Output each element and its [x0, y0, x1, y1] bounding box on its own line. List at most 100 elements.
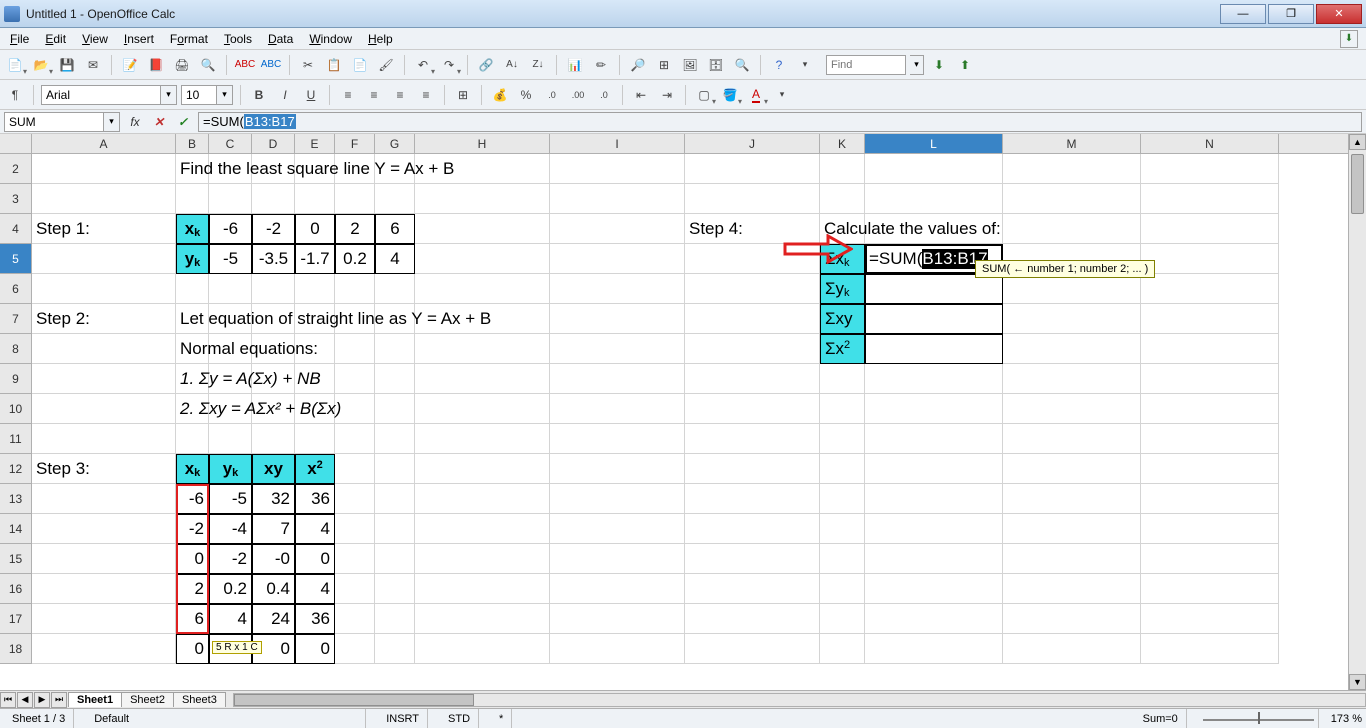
cell-E18[interactable]: 0: [295, 634, 335, 664]
cell-C16[interactable]: 0.2: [209, 574, 252, 604]
cell-C18[interactable]: 5 R x 1 C: [209, 634, 252, 664]
status-zoom-slider[interactable]: [1199, 709, 1319, 728]
menu-format[interactable]: Format: [164, 30, 214, 48]
cell-B14[interactable]: -2: [176, 514, 209, 544]
number-button[interactable]: .0: [541, 84, 563, 106]
cell-D5[interactable]: -3.5: [252, 244, 295, 274]
currency-button[interactable]: 💰: [489, 84, 511, 106]
rowheader-3[interactable]: 3: [0, 184, 32, 214]
colheader-B[interactable]: B: [176, 134, 209, 153]
cell-B17[interactable]: 6: [176, 604, 209, 634]
italic-button[interactable]: I: [274, 84, 296, 106]
find-input[interactable]: [826, 55, 906, 75]
cell-B5[interactable]: yk: [176, 244, 209, 274]
accept-button[interactable]: ✓: [174, 113, 192, 131]
cell-E4[interactable]: 0: [295, 214, 335, 244]
cell-D17[interactable]: 24: [252, 604, 295, 634]
scroll-up-button[interactable]: ▲: [1349, 134, 1366, 150]
gallery-button[interactable]: 🖼: [679, 54, 701, 76]
underline-button[interactable]: U: [300, 84, 322, 106]
align-right-button[interactable]: ≡: [389, 84, 411, 106]
find-prev-button[interactable]: ⬆: [954, 54, 976, 76]
cell-D16[interactable]: 0.4: [252, 574, 295, 604]
cell-B9[interactable]: 1. Σy = A(Σx) + NB: [176, 364, 209, 394]
chart-button[interactable]: 📊: [564, 54, 586, 76]
status-std[interactable]: STD: [440, 709, 479, 728]
cell-K4[interactable]: Calculate the values of:: [820, 214, 865, 244]
horizontal-scrollbar[interactable]: [233, 693, 1366, 707]
spellcheck-button[interactable]: ABC: [234, 54, 256, 76]
colheader-L[interactable]: L: [865, 134, 1003, 153]
rowheader-14[interactable]: 14: [0, 514, 32, 544]
cell-E13[interactable]: 36: [295, 484, 335, 514]
find-button[interactable]: 🔎: [627, 54, 649, 76]
show-draw-button[interactable]: ✏: [590, 54, 612, 76]
cell-B18[interactable]: 0: [176, 634, 209, 664]
tab-last-button[interactable]: ⏭: [51, 692, 67, 708]
menu-data[interactable]: Data: [262, 30, 299, 48]
rowheader-12[interactable]: 12: [0, 454, 32, 484]
align-justify-button[interactable]: ≡: [415, 84, 437, 106]
font-name-input[interactable]: [41, 85, 161, 105]
align-center-button[interactable]: ≡: [363, 84, 385, 106]
cell-B16[interactable]: 2: [176, 574, 209, 604]
rowheader-15[interactable]: 15: [0, 544, 32, 574]
new-doc-button[interactable]: 📄: [4, 54, 26, 76]
cell-D13[interactable]: 32: [252, 484, 295, 514]
bgcolor-button[interactable]: 🪣: [719, 84, 741, 106]
colheader-A[interactable]: A: [32, 134, 176, 153]
rowheader-2[interactable]: 2: [0, 154, 32, 184]
menu-view[interactable]: View: [76, 30, 114, 48]
colheader-K[interactable]: K: [820, 134, 865, 153]
name-box[interactable]: [4, 112, 104, 132]
cell-E12[interactable]: x2: [295, 454, 335, 484]
fontcolor-button[interactable]: A: [745, 84, 767, 106]
rowheader-9[interactable]: 9: [0, 364, 32, 394]
menu-help[interactable]: Help: [362, 30, 399, 48]
rowheader-8[interactable]: 8: [0, 334, 32, 364]
cell-E17[interactable]: 36: [295, 604, 335, 634]
del-decimal-button[interactable]: .0: [593, 84, 615, 106]
cell-K7[interactable]: Σxy: [820, 304, 865, 334]
cell-E15[interactable]: 0: [295, 544, 335, 574]
cell-D14[interactable]: 7: [252, 514, 295, 544]
colheader-F[interactable]: F: [335, 134, 375, 153]
hyperlink-button[interactable]: 🔗: [475, 54, 497, 76]
cell-F5[interactable]: 0.2: [335, 244, 375, 274]
cell-C5[interactable]: -5: [209, 244, 252, 274]
colheader-E[interactable]: E: [295, 134, 335, 153]
open-button[interactable]: 📂: [30, 54, 52, 76]
status-insrt[interactable]: INSRT: [378, 709, 428, 728]
cell-D12[interactable]: xy: [252, 454, 295, 484]
cell-K8[interactable]: Σx2: [820, 334, 865, 364]
cell-G5[interactable]: 4: [375, 244, 415, 274]
menu-tools[interactable]: Tools: [218, 30, 258, 48]
rowheader-10[interactable]: 10: [0, 394, 32, 424]
cell-K6[interactable]: Σyk: [820, 274, 865, 304]
vertical-scrollbar[interactable]: ▲ ▼: [1348, 134, 1366, 690]
cell-C4[interactable]: -6: [209, 214, 252, 244]
cell-C12[interactable]: yk: [209, 454, 252, 484]
rowheader-6[interactable]: 6: [0, 274, 32, 304]
cell-E5[interactable]: -1.7: [295, 244, 335, 274]
colheader-G[interactable]: G: [375, 134, 415, 153]
align-left-button[interactable]: ≡: [337, 84, 359, 106]
merge-cells-button[interactable]: ⊞: [452, 84, 474, 106]
cell-C14[interactable]: -4: [209, 514, 252, 544]
borders-button[interactable]: ▢: [693, 84, 715, 106]
zoom-button[interactable]: 🔍: [731, 54, 753, 76]
sort-desc-button[interactable]: Z↓: [527, 54, 549, 76]
cell-K5[interactable]: Σxk: [820, 244, 865, 274]
help-button[interactable]: ?: [768, 54, 790, 76]
email-button[interactable]: ✉: [82, 54, 104, 76]
menu-window[interactable]: Window: [303, 30, 358, 48]
datasources-button[interactable]: 🗄: [705, 54, 727, 76]
inc-indent-button[interactable]: ⇥: [656, 84, 678, 106]
select-all-corner[interactable]: [0, 134, 32, 153]
minimize-button[interactable]: —: [1220, 4, 1266, 24]
rowheader-16[interactable]: 16: [0, 574, 32, 604]
styles-button[interactable]: ¶: [4, 84, 26, 106]
cell-J4[interactable]: Step 4:: [685, 214, 820, 244]
function-wizard-button[interactable]: fx: [126, 113, 144, 131]
rowheader-17[interactable]: 17: [0, 604, 32, 634]
